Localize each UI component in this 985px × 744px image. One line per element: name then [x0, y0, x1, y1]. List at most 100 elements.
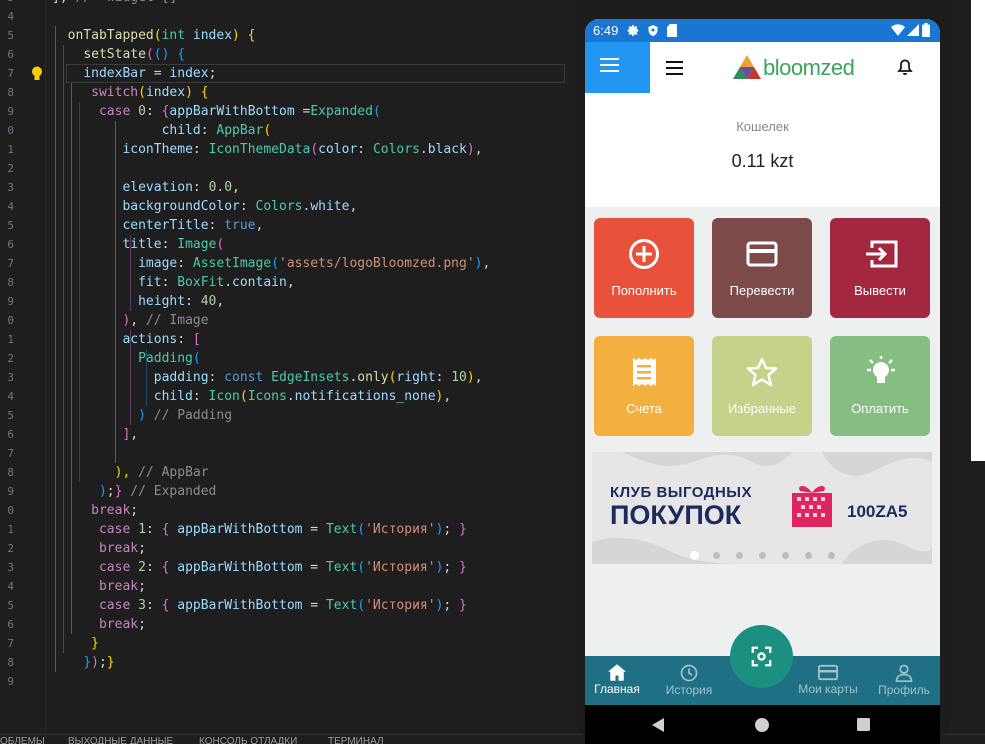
code-line: iconTheme: IconThemeData(color: Colors.b… — [52, 140, 482, 159]
line-number: 6 — [7, 618, 14, 631]
line-number: 7 — [7, 637, 14, 650]
line-number: 2 — [7, 162, 14, 175]
line-number: 9 — [7, 295, 14, 308]
back-triangle-icon[interactable] — [652, 718, 664, 732]
logo-text: bloomzed — [763, 55, 855, 80]
code-token: : — [145, 104, 162, 119]
promo-banner[interactable]: КЛУБ ВЫГОДНЫХ ПОКУПОК 100ZA5 — [592, 452, 932, 564]
code-line: case 1: { appBarWithBottom = Text('Истор… — [52, 520, 467, 539]
nav-home[interactable]: Главная — [587, 656, 647, 705]
code-token: height — [138, 294, 186, 309]
signal-icon — [907, 24, 919, 36]
code-token: // <Widget>[] — [75, 0, 177, 5]
code-token: ( — [145, 47, 154, 62]
code-line: onTabTapped(int index) { — [52, 26, 256, 45]
drawer-menu-icon[interactable] — [600, 57, 619, 73]
carousel-dot[interactable] — [736, 552, 743, 559]
tile-favorites-button[interactable]: Избранные — [712, 336, 812, 436]
code-token: 'assets/logoBloomzed.png' — [279, 256, 475, 271]
nav-label: Главная — [594, 682, 640, 696]
code-token: IconThemeData — [208, 142, 311, 157]
line-number: 0 — [7, 504, 14, 517]
code-token: index — [185, 28, 233, 43]
code-token: = — [145, 66, 170, 81]
line-number: 4 — [7, 200, 14, 213]
code-token: notifications_none — [294, 389, 436, 404]
code-token: child — [153, 389, 193, 404]
code-token: 1 — [138, 522, 146, 537]
code-token: : — [208, 218, 225, 233]
lightbulb-quickfix-icon[interactable] — [31, 66, 45, 82]
code-token: , — [443, 389, 452, 404]
code-token: : — [192, 180, 209, 195]
tile-bills-button[interactable]: Счета — [594, 336, 694, 436]
code-line: child: AppBar( — [52, 121, 272, 140]
code-token: ) — [466, 370, 475, 385]
code-token: , — [130, 313, 146, 328]
carousel-dot[interactable] — [828, 552, 835, 559]
carousel-dot[interactable] — [690, 551, 699, 560]
code-token: ), — [98, 465, 131, 480]
code-token: : — [239, 199, 256, 214]
code-token: 10 — [451, 370, 467, 385]
code-token: = — [302, 522, 326, 537]
code-line: fit: BoxFit.contain, — [52, 273, 295, 292]
tab-terminal[interactable]: ТЕРМИНАЛ — [328, 735, 384, 744]
code-editor[interactable]: 3 4 5 6 7 8 9 0 1 2 3 4 5 6 7 8 9 0 1 2 3 4 5 6 7 8 9 0 1 2 3 4 5 6 7 8 9 ],… — [0, 0, 565, 734]
carousel-dot[interactable] — [782, 552, 789, 559]
code-area[interactable]: ], // <Widget>[] onTabTapped(int index) … — [46, 0, 565, 734]
code-token: centerTitle — [122, 218, 209, 233]
code-token: Text — [325, 560, 358, 575]
line-number: 5 — [7, 599, 14, 612]
scan-fab-button[interactable] — [730, 625, 793, 688]
line-number: 0 — [7, 124, 14, 137]
code-token: } — [83, 655, 92, 670]
line-number: 6 — [7, 238, 14, 251]
code-token: 0 — [138, 104, 146, 119]
nav-history[interactable]: История — [658, 656, 720, 705]
code-token: EdgeInsets — [271, 370, 350, 385]
nav-my-cards[interactable]: Мои карты — [791, 656, 865, 705]
tab-output[interactable]: ВЫХОДНЫЕ ДАННЫЕ — [68, 735, 173, 744]
tile-transfer-button[interactable]: Перевести — [712, 218, 812, 318]
carousel-dot[interactable] — [805, 552, 812, 559]
status-time: 6:49 — [593, 23, 619, 38]
code-token: : — [161, 237, 178, 252]
tab-debug-console[interactable]: КОНСОЛЬ ОТЛАДКИ — [199, 735, 297, 744]
tile-withdraw-button[interactable]: Вывести — [830, 218, 930, 318]
notifications-bell-icon[interactable] — [897, 58, 913, 76]
tile-topup-button[interactable]: Пополнить — [594, 218, 694, 318]
overview-square-icon[interactable] — [857, 718, 870, 731]
code-token: Expanded — [310, 104, 373, 119]
tile-pay-button[interactable]: Оплатить — [830, 336, 930, 436]
nav-label: Профиль — [878, 683, 930, 697]
code-token: onTabTapped — [67, 28, 154, 43]
carousel-dot[interactable] — [759, 552, 766, 559]
carousel-dot[interactable] — [713, 552, 720, 559]
menu-icon[interactable] — [666, 61, 683, 75]
code-token: 'История' — [365, 598, 436, 613]
line-number: 3 — [7, 181, 14, 194]
code-token: , — [482, 256, 491, 271]
code-line: ) // Padding — [52, 406, 232, 425]
code-line: break; — [52, 615, 146, 634]
code-token: Text — [325, 522, 358, 537]
home-icon — [608, 664, 626, 681]
code-token: Colors — [372, 142, 420, 157]
code-token: . — [224, 275, 233, 290]
system-navigation-bar — [585, 705, 940, 744]
home-circle-icon[interactable] — [755, 718, 769, 732]
code-token: : — [145, 598, 162, 613]
code-token: ( — [271, 256, 279, 271]
nav-profile[interactable]: Профиль — [873, 656, 935, 705]
battery-icon — [922, 23, 930, 37]
code-line: child: Icon(Icons.notifications_none), — [52, 387, 451, 406]
tile-label: Перевести — [729, 283, 795, 298]
tab-problems[interactable]: ОБЛЕМЫ — [0, 735, 45, 744]
